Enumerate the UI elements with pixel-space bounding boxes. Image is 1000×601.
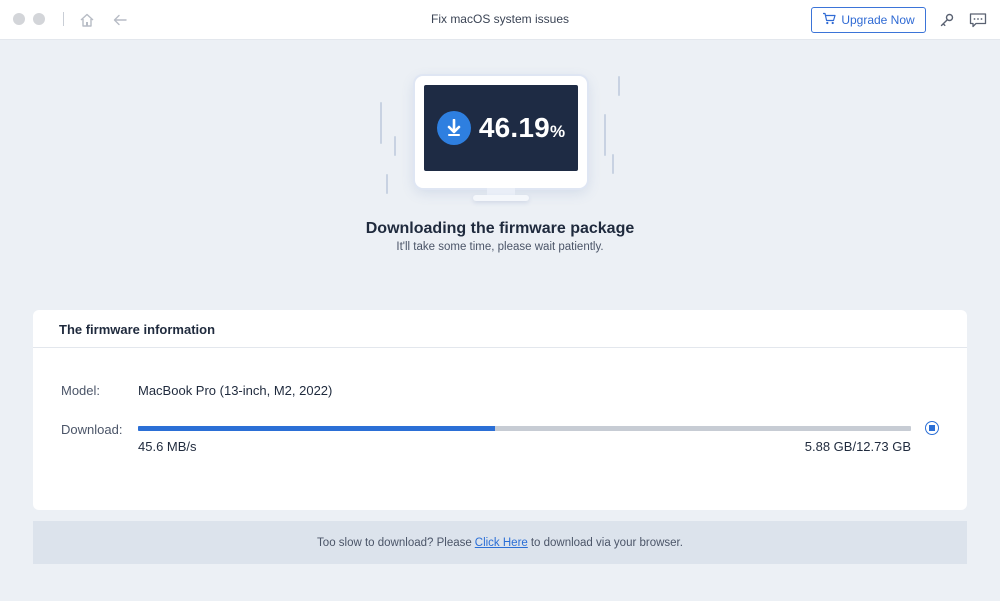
card-heading: The firmware information — [33, 310, 967, 348]
download-speed: 45.6 MB/s — [138, 439, 197, 454]
download-label: Download: — [61, 422, 123, 437]
cart-icon — [822, 12, 836, 28]
note-suffix: to download via your browser. — [530, 536, 683, 549]
decorative-line — [394, 136, 396, 156]
upgrade-now-button[interactable]: Upgrade Now — [811, 7, 926, 33]
status-subtitle: It'll take some time, please wait patien… — [396, 241, 604, 253]
title-bar: Fix macOS system issues Upgrade Now — [0, 0, 1000, 40]
chat-feedback-icon[interactable] — [968, 10, 988, 30]
key-icon[interactable] — [937, 10, 957, 30]
monitor-base — [473, 195, 529, 201]
firmware-info-card: The firmware information Model: MacBook … — [33, 310, 967, 510]
monitor-illustration: 46.19% — [415, 76, 587, 188]
download-progress-fill — [138, 426, 496, 431]
model-label: Model: — [61, 383, 101, 398]
download-size: 5.88 GB/12.73 GB — [804, 439, 911, 454]
download-arrow-icon — [436, 111, 471, 145]
model-value: MacBook Pro (13-inch, M2, 2022) — [138, 383, 333, 398]
decorative-line — [386, 174, 388, 194]
monitor-screen: 46.19% — [424, 85, 578, 171]
note-prefix: Too slow to download? Please — [317, 536, 472, 549]
decorative-line — [604, 114, 606, 156]
slow-download-note: Too slow to download? Please Click Here … — [33, 521, 967, 564]
stop-download-button[interactable] — [925, 421, 939, 435]
status-title: Downloading the firmware package — [365, 220, 635, 237]
download-progress-bar — [138, 426, 911, 431]
download-hero: 46.19% Downloading the firmware package … — [0, 40, 1000, 300]
decorative-line — [618, 76, 620, 96]
stop-icon — [929, 425, 935, 431]
download-percent: 46.19 — [478, 112, 550, 143]
decorative-line — [380, 102, 382, 144]
upgrade-now-label: Upgrade Now — [841, 13, 915, 27]
click-here-link[interactable]: Click Here — [475, 537, 528, 549]
decorative-line — [612, 154, 614, 174]
percent-sign: % — [549, 122, 566, 141]
